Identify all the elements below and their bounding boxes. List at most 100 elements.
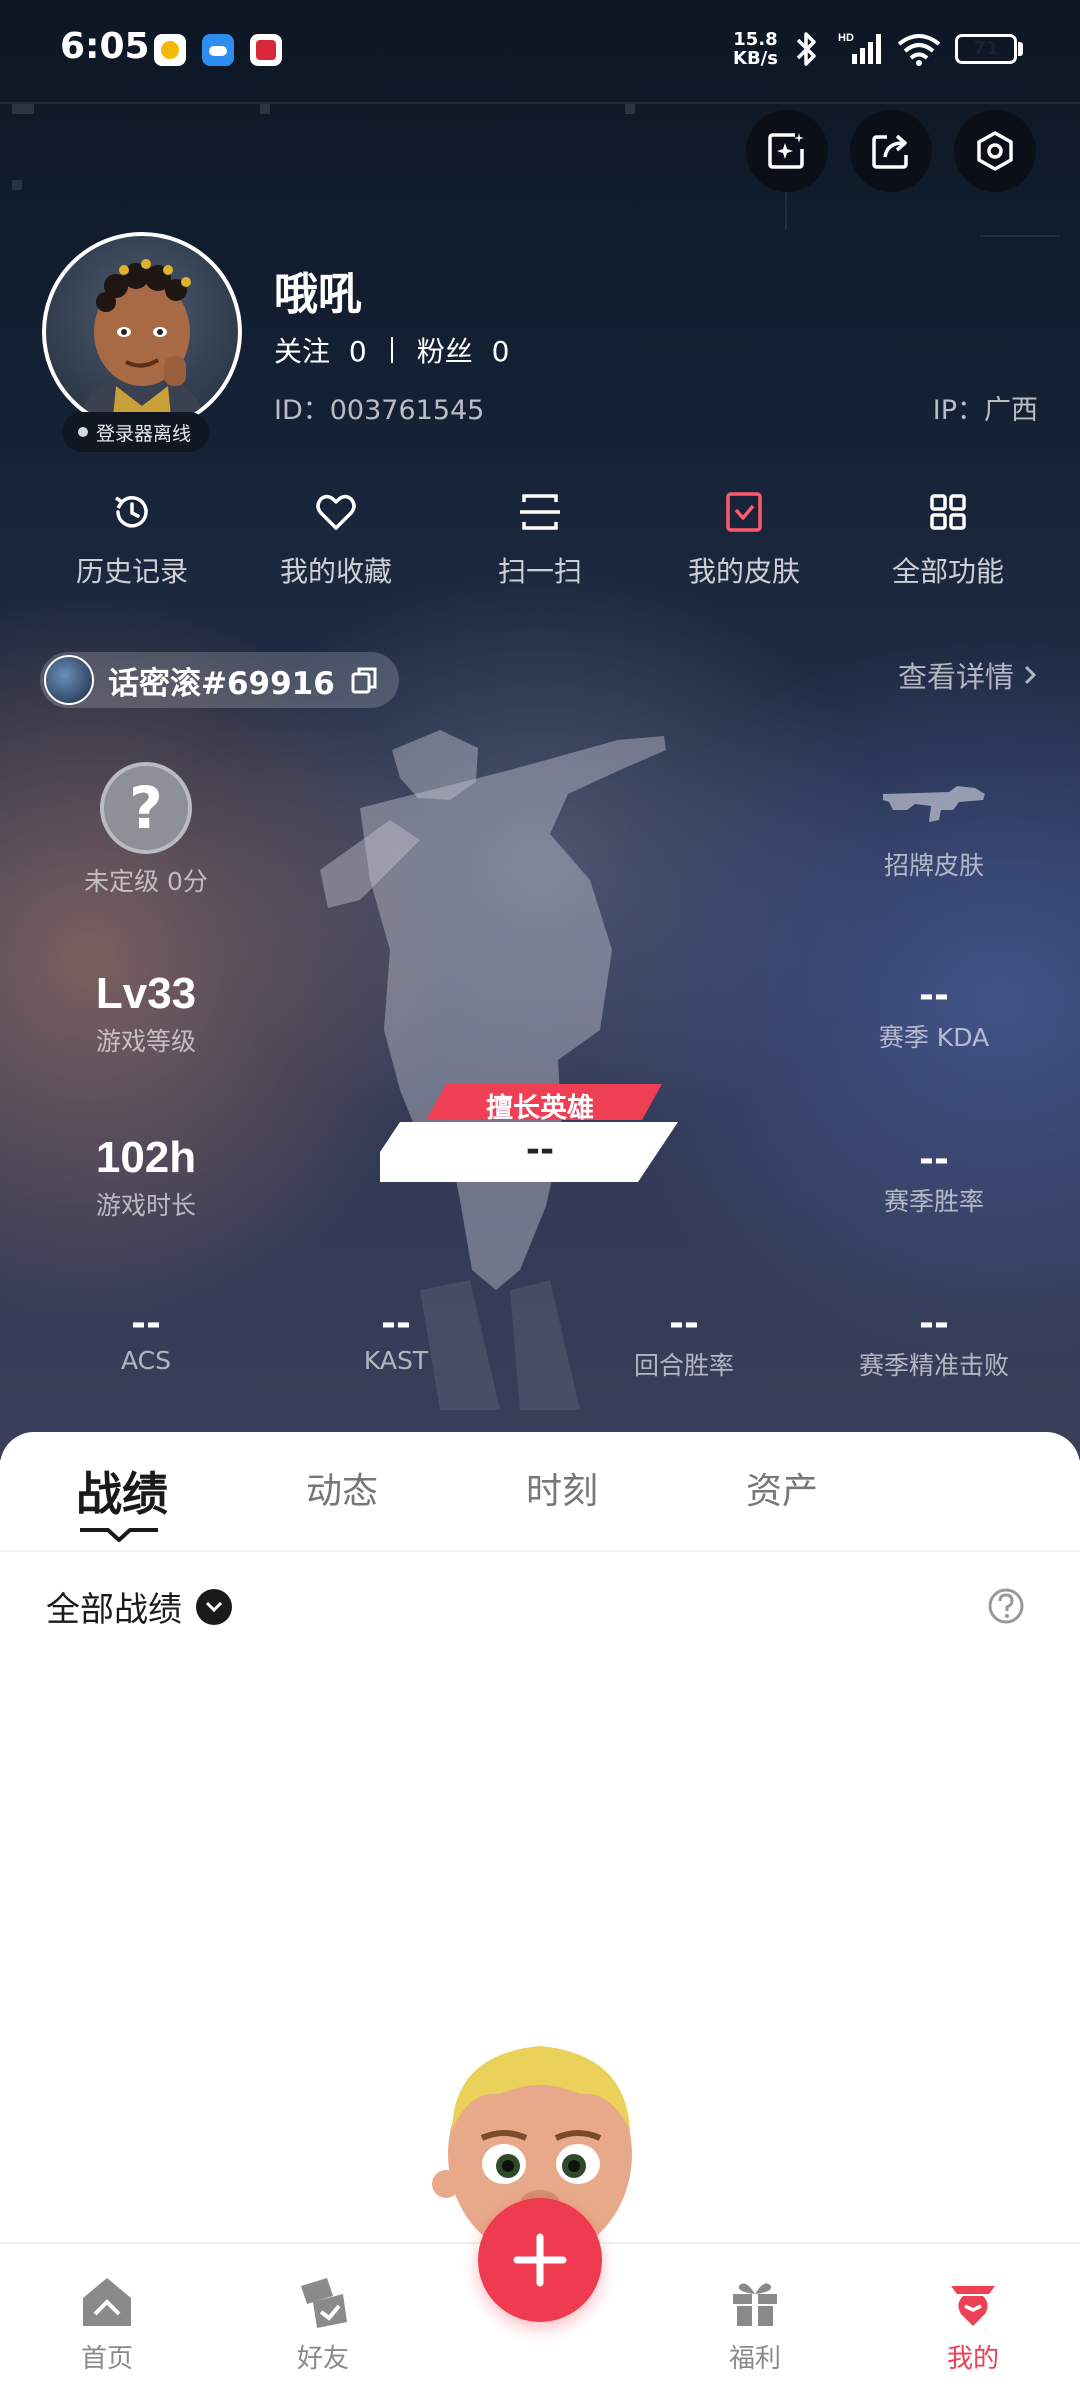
user-id: ID：003761545 — [274, 395, 485, 426]
game-account-avatar — [44, 655, 94, 705]
quick-action-all-features[interactable]: 全部功能 — [858, 488, 1038, 590]
network-speed: 15.8 KB/s — [733, 30, 778, 68]
follow-stats: 关注 0 粉丝 0 — [274, 330, 510, 370]
nav-rewards[interactable]: 福利 — [680, 2272, 830, 2375]
user-ip-location: IP：广西 — [932, 395, 1038, 426]
status-text: 登录器离线 — [96, 422, 192, 445]
grid-icon — [930, 494, 966, 530]
winrate-label: 赛季胜率 — [883, 1187, 984, 1216]
followers-label: 粉丝 — [416, 335, 473, 368]
game-account-name: 话密滚#69916 — [108, 665, 335, 702]
copy-icon[interactable] — [349, 665, 379, 695]
wifi-icon — [897, 34, 941, 66]
help-icon[interactable] — [986, 1586, 1026, 1626]
tab-activity[interactable]: 动态 — [306, 1462, 378, 1514]
quick-action-label: 扫一扫 — [497, 555, 582, 588]
status-time: 6:05 — [60, 26, 150, 67]
kda-value: -- — [919, 975, 949, 1016]
precision-kill-label: 赛季精准击败 — [858, 1351, 1009, 1380]
sparkle-card-icon — [768, 133, 804, 169]
following-link[interactable]: 关注 0 — [274, 330, 367, 370]
heart-icon — [316, 494, 356, 530]
round-winrate-label: 回合胜率 — [633, 1351, 734, 1380]
kda-stat: -- 赛季 KDA — [804, 976, 1064, 1054]
nav-friends[interactable]: 好友 — [248, 2272, 398, 2375]
playtime-value: 102h — [95, 1133, 197, 1182]
gift-icon — [733, 2283, 777, 2326]
create-post-button[interactable] — [478, 2198, 602, 2322]
nav-me[interactable]: 我的 — [898, 2272, 1048, 2375]
level-stat: Lv33 游戏等级 — [16, 968, 276, 1058]
acs-value: -- — [131, 1303, 161, 1344]
signature-skin-stat[interactable]: 招牌皮肤 — [804, 780, 1064, 882]
username: 哦吼 — [274, 269, 362, 320]
precision-kill-stat: -- 赛季精准击败 — [804, 1304, 1064, 1382]
game-app-icon — [250, 34, 282, 66]
decorative-block — [12, 180, 22, 190]
network-speed-value: 15.8 — [733, 29, 778, 50]
nav-home[interactable]: 首页 — [32, 2272, 182, 2375]
round-winrate-stat: -- 回合胜率 — [554, 1304, 814, 1382]
decorative-block — [12, 104, 34, 114]
cellular-signal-icon: HD — [838, 32, 881, 64]
scan-icon — [520, 494, 560, 530]
best-hero-value: -- — [525, 1130, 555, 1170]
quick-action-scan[interactable]: 扫一扫 — [450, 488, 630, 590]
view-details-link[interactable]: 查看详情 — [898, 654, 1040, 696]
quick-action-favorites[interactable]: 我的收藏 — [246, 488, 426, 590]
skin-icon — [726, 492, 762, 532]
profile-hero-background — [0, 0, 1080, 1460]
record-filter-dropdown[interactable]: 全部战绩 — [46, 1582, 232, 1631]
nav-label: 福利 — [728, 2344, 781, 2374]
followers-count: 0 — [491, 335, 510, 368]
status-bar: 6:05 15.8 KB/s HD 71 — [0, 0, 1080, 96]
quick-action-skins[interactable]: 我的皮肤 — [654, 488, 834, 590]
level-value: Lv33 — [95, 969, 197, 1018]
me-icon — [951, 2286, 995, 2326]
followers-link[interactable]: 粉丝 0 — [417, 330, 510, 370]
share-icon — [872, 134, 908, 169]
ai-assistant-button[interactable] — [746, 110, 828, 192]
decorative-block — [625, 104, 635, 114]
view-details-label: 查看详情 — [897, 660, 1014, 694]
round-winrate-value: -- — [669, 1303, 699, 1344]
best-hero-label: 擅长英雄 — [486, 1093, 594, 1124]
history-icon — [115, 496, 148, 528]
playtime-label: 游戏时长 — [95, 1191, 196, 1220]
kast-value: -- — [381, 1303, 411, 1344]
tab-assets[interactable]: 资产 — [746, 1462, 818, 1514]
rifle-icon — [883, 786, 985, 822]
avatar-image — [76, 259, 208, 428]
nav-label: 我的 — [946, 2344, 999, 2374]
winrate-value: -- — [919, 1139, 949, 1180]
quick-action-history[interactable]: 历史记录 — [42, 488, 222, 590]
winrate-stat: -- 赛季胜率 — [804, 1140, 1064, 1218]
unranked-icon: ? — [100, 762, 192, 854]
notification-app-icon — [154, 34, 186, 66]
quick-action-label: 历史记录 — [75, 555, 188, 588]
quick-action-label: 全部功能 — [891, 555, 1004, 588]
plus-icon — [513, 2233, 567, 2287]
decorative-line — [980, 235, 1060, 237]
decorative-line — [0, 102, 1080, 104]
avatar[interactable] — [42, 232, 242, 432]
playtime-stat: 102h 游戏时长 — [16, 1132, 276, 1222]
tab-divider — [0, 1550, 1080, 1552]
kast-label: KAST — [363, 1346, 429, 1375]
level-label: 游戏等级 — [95, 1027, 196, 1056]
cloud-app-icon — [202, 34, 234, 66]
rank-stat[interactable]: ? 未定级 0分 — [16, 762, 276, 898]
tab-match-record[interactable]: 战绩 — [76, 1458, 168, 1524]
game-account-chip[interactable]: 话密滚#69916 — [40, 652, 399, 708]
settings-button[interactable] — [954, 110, 1036, 192]
home-icon — [83, 2278, 131, 2326]
friends-icon — [301, 2278, 347, 2328]
chevron-down-icon — [196, 1588, 232, 1625]
battery-level-text: 71 — [973, 38, 999, 59]
following-label: 关注 — [274, 335, 331, 368]
bluetooth-icon — [796, 32, 816, 66]
tab-moments[interactable]: 时刻 — [526, 1462, 598, 1514]
svg-text:HD: HD — [838, 32, 854, 44]
share-button[interactable] — [850, 110, 932, 192]
decorative-block — [260, 104, 270, 114]
